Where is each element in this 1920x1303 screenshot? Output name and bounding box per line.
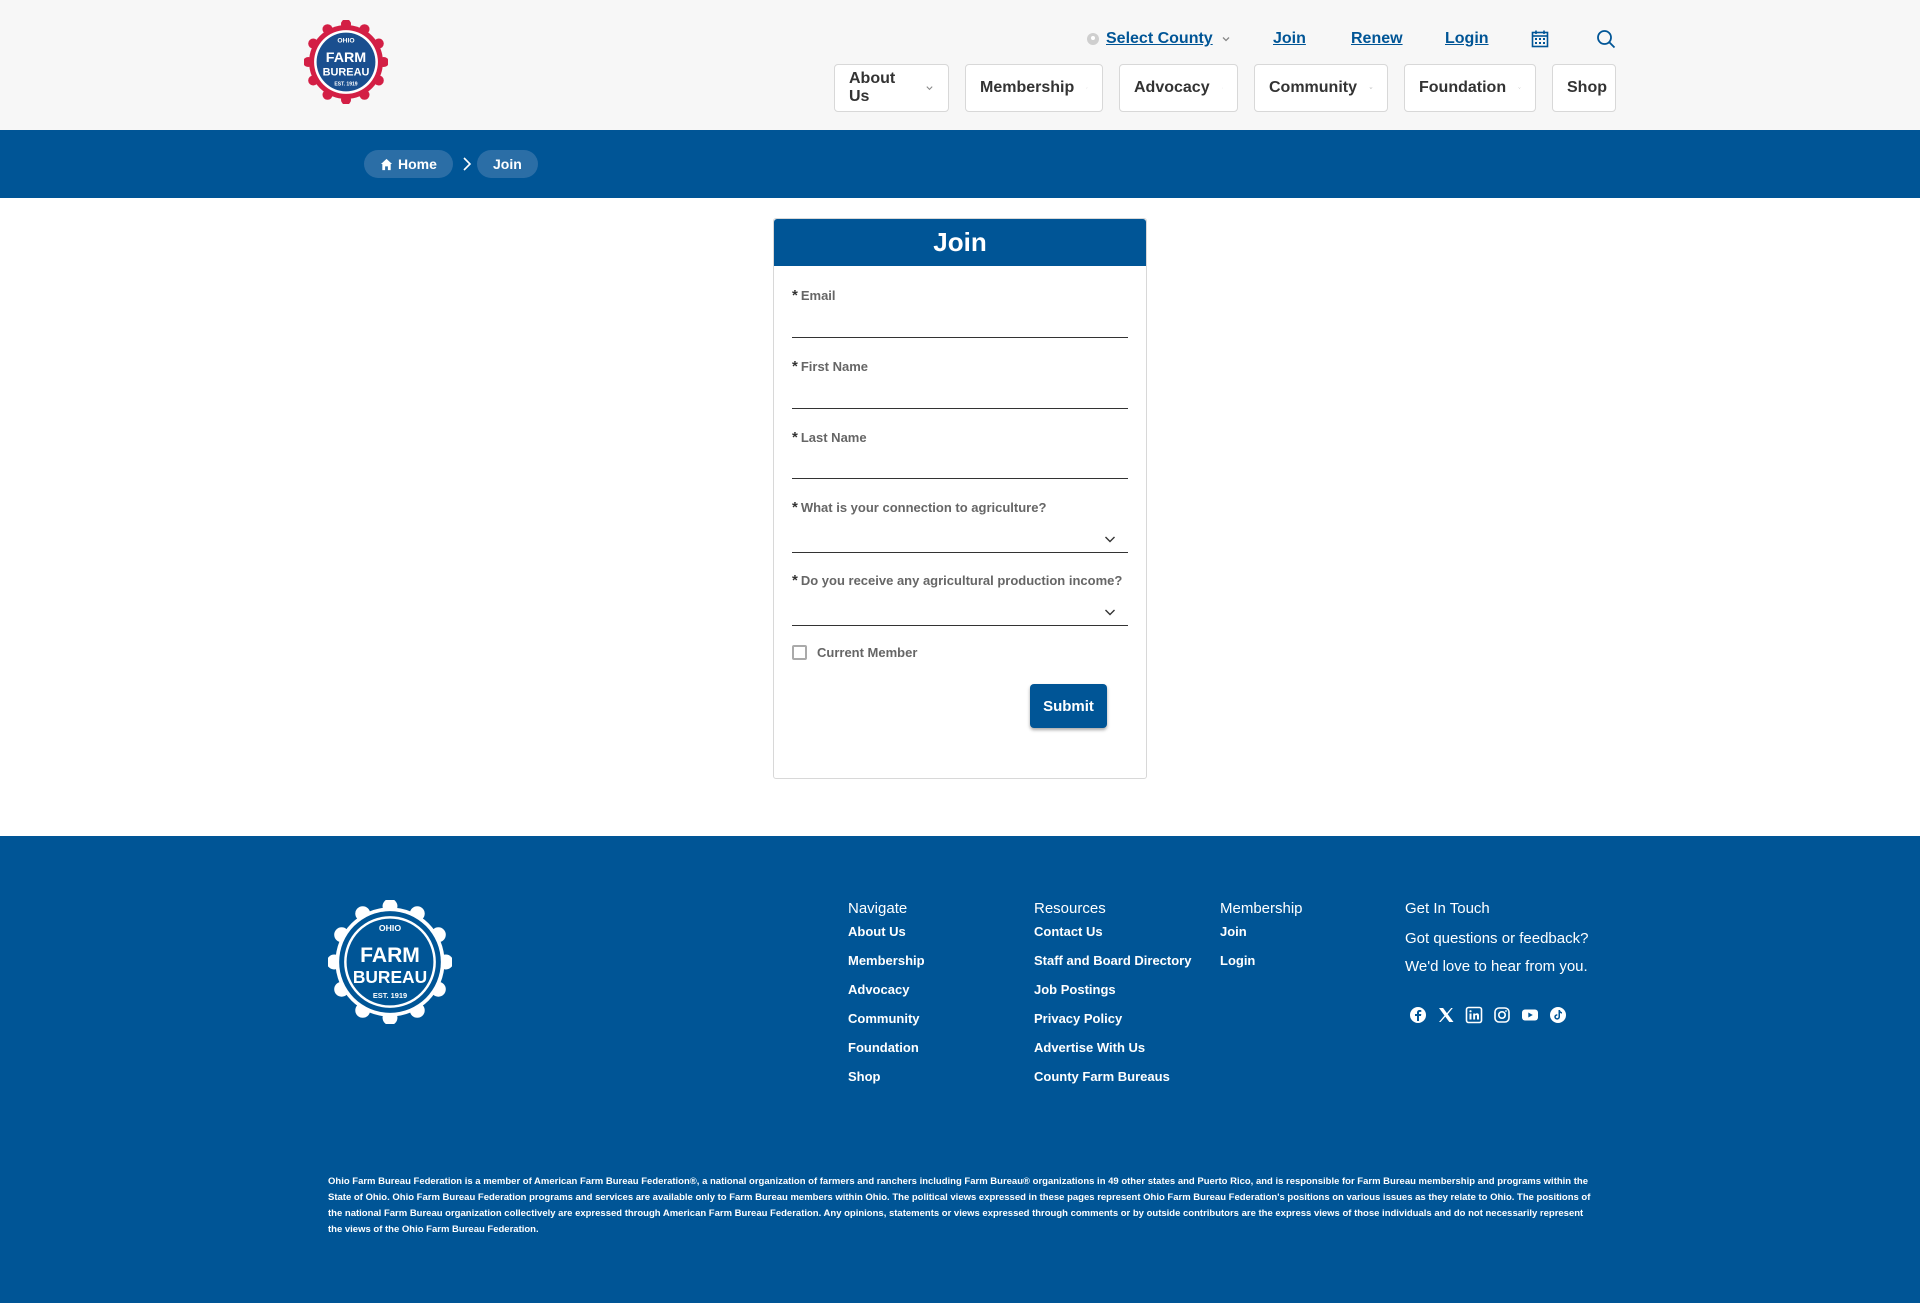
footer-link-job-postings[interactable]: Job Postings [1034,983,1191,1012]
nav-membership[interactable]: Membership [965,64,1103,112]
logo-est-text: EST. 1919 [334,82,357,88]
footer-contact-title: Get In Touch [1405,900,1490,917]
income-field-group: * Do you receive any agricultural product… [792,572,1128,632]
footer-link-staff-directory[interactable]: Staff and Board Directory [1034,954,1191,983]
connection-label: What is your connection to agriculture? [800,500,1047,515]
footer-navigate-column: Navigate About Us Membership Advocacy Co… [848,900,925,1099]
footer-contact-line1: Got questions or feedback? [1405,930,1589,947]
submit-button[interactable]: Submit [1030,684,1107,728]
footer-link-membership[interactable]: Membership [848,954,925,983]
breadcrumb-bar [0,130,1920,198]
utility-login-link[interactable]: Login [1445,26,1489,52]
chevron-down-icon [1369,87,1373,89]
footer-logo-ohio-text: OHIO [379,923,401,933]
nav-about-us[interactable]: About Us [834,64,949,112]
current-member-row[interactable]: Current Member [792,645,917,660]
chevron-down-icon [926,86,933,91]
footer-link-about-us[interactable]: About Us [848,925,925,954]
footer-link-shop[interactable]: Shop [848,1070,925,1099]
footer-link-privacy-policy[interactable]: Privacy Policy [1034,1012,1191,1041]
chevron-down-icon [1105,609,1115,616]
facebook-icon[interactable] [1409,1006,1427,1024]
footer-link-county-farm-bureaus[interactable]: County Farm Bureaus [1034,1070,1191,1099]
chevron-down-icon [1086,87,1088,89]
current-member-label: Current Member [817,645,918,660]
search-button[interactable] [1596,26,1616,52]
youtube-icon[interactable] [1521,1006,1539,1024]
footer-navigate-title: Navigate [848,900,908,917]
footer-link-advocacy[interactable]: Advocacy [848,983,925,1012]
footer-membership-column: Membership Join Login [1220,900,1303,983]
current-member-checkbox[interactable] [792,645,807,660]
footer-contact-line2: We'd love to hear from you. [1405,958,1588,975]
connection-select[interactable] [792,523,1128,551]
first-name-input[interactable] [792,384,1128,406]
logo-bureau-text: BUREAU [323,66,370,78]
footer-disclaimer: Ohio Farm Bureau Federation is a member … [328,1176,1591,1235]
instagram-icon[interactable] [1493,1006,1511,1024]
tiktok-icon[interactable] [1549,1006,1567,1024]
join-form-card: Join * Email * First Name * Last Name * What… [773,218,1147,779]
farm-bureau-logo[interactable]: OHIO FARM BUREAU EST. 1919 [304,20,388,104]
calendar-icon [1531,30,1549,48]
nav-foundation[interactable]: Foundation [1404,64,1536,112]
chevron-down-icon [1221,87,1223,89]
footer-link-advertise[interactable]: Advertise With Us [1034,1041,1191,1070]
chevron-right-icon [463,157,472,171]
linkedin-icon[interactable] [1465,1006,1483,1024]
footer-logo-farm-text: FARM [360,944,420,967]
email-label: Email [800,288,836,303]
breadcrumb-home[interactable]: Home [364,150,453,178]
logo-farm-text: FARM [326,50,366,66]
footer-logo-bureau-text: BUREAU [353,967,427,987]
select-county-dropdown[interactable]: Select County [1086,26,1231,52]
income-label: Do you receive any agricultural producti… [800,573,1123,588]
nav-community[interactable]: Community [1254,64,1388,112]
footer-resources-title: Resources [1034,900,1106,917]
footer-farm-bureau-logo[interactable]: OHIO FARM BUREAU EST. 1919 [328,900,452,1024]
select-county-label[interactable]: Select County [1106,30,1213,48]
chevron-down-icon [1105,536,1115,543]
utility-join-link[interactable]: Join [1273,26,1306,52]
utility-renew-link[interactable]: Renew [1351,26,1403,52]
email-input[interactable] [792,313,1128,335]
chevron-down-icon [1518,87,1521,89]
footer-membership-title: Membership [1220,900,1303,917]
income-select[interactable] [792,596,1128,624]
nav-advocacy[interactable]: Advocacy [1119,64,1238,112]
footer-contact-column: Get In Touch Got questions or feedback? … [1405,900,1588,981]
first-name-label: First Name [800,359,869,374]
search-icon [1597,30,1616,49]
footer-link-login[interactable]: Login [1220,954,1303,983]
logo-ohio-text: OHIO [337,38,354,45]
calendar-button[interactable] [1531,26,1549,52]
chevron-down-icon [1222,37,1230,42]
footer-link-community[interactable]: Community [848,1012,925,1041]
footer-link-contact-us[interactable]: Contact Us [1034,925,1191,954]
email-field-group: * Email [792,287,1128,343]
nav-shop[interactable]: Shop [1552,64,1616,112]
footer-link-join[interactable]: Join [1220,925,1303,954]
x-icon[interactable] [1437,1006,1455,1024]
footer-logo-est-text: EST. 1919 [373,991,407,1000]
first-name-field-group: * First Name [792,358,1128,414]
last-name-label: Last Name [800,430,867,445]
site-header: OHIO FARM BUREAU EST. 1919 Select County… [0,0,1920,130]
form-title: Join [774,219,1146,266]
breadcrumb-current: Join [477,150,538,178]
footer-link-foundation[interactable]: Foundation [848,1041,925,1070]
home-icon [380,158,393,170]
connection-field-group: * What is your connection to agriculture? [792,499,1128,559]
site-footer: OHIO FARM BUREAU EST. 1919 Navigate Abou… [0,836,1920,1303]
footer-resources-column: Resources Contact Us Staff and Board Dir… [1034,900,1191,1099]
location-pin-icon [1087,33,1099,45]
last-name-input[interactable] [792,455,1128,477]
last-name-field-group: * Last Name [792,429,1128,485]
social-links [1409,1006,1567,1024]
